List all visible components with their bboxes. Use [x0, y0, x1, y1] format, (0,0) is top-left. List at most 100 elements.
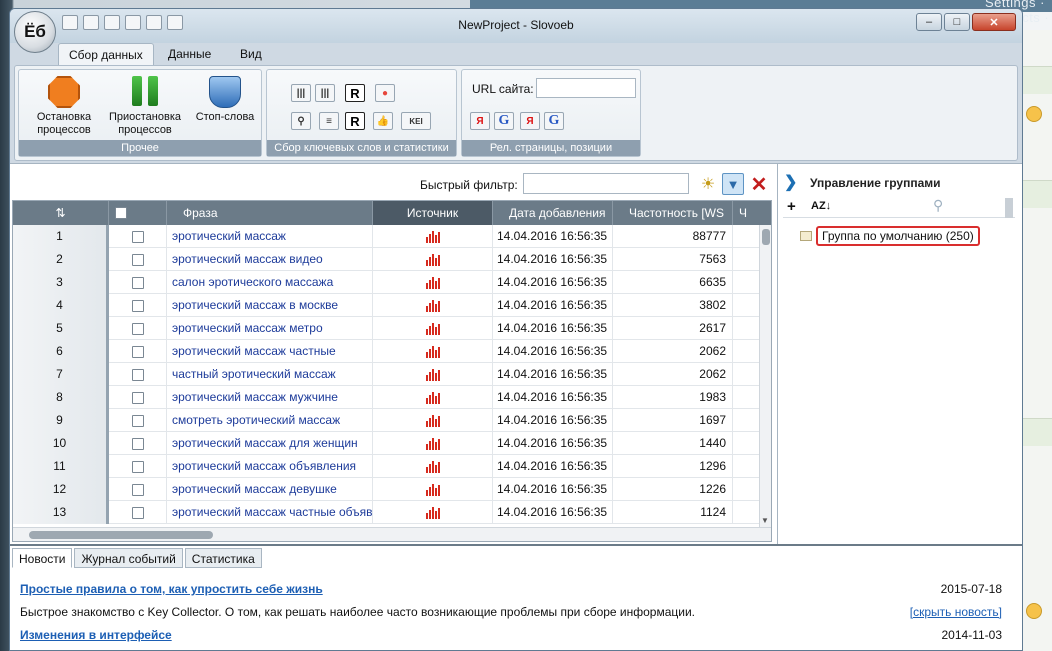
colors-icon[interactable]: ● [375, 84, 395, 102]
column-more[interactable]: Ч [733, 201, 771, 225]
wordstat-dropdown-icon[interactable]: ||| [315, 84, 335, 102]
phrase-cell[interactable]: эротический массаж объявления [167, 455, 373, 478]
google-positions-icon[interactable]: G [544, 112, 564, 130]
row-number: 7 [13, 363, 109, 386]
news-title-link[interactable]: Изменения в интерфейсе [20, 628, 172, 642]
horizontal-scrollbar[interactable] [13, 527, 771, 541]
filter-icon[interactable]: ▼ [722, 173, 744, 195]
tab-data[interactable]: Данные [158, 43, 221, 65]
table-row[interactable]: 4 эротический массаж в москве 14.04.2016 1… [13, 294, 761, 317]
kei-button[interactable]: KEI [401, 112, 431, 130]
table-row[interactable]: 1 эротический массаж 14.04.2016 16:56:35 88… [13, 225, 761, 248]
tab-view[interactable]: Вид [230, 43, 272, 65]
sort-icon[interactable]: ⇅ [13, 201, 109, 225]
tab-event-log[interactable]: Журнал событий [74, 548, 183, 568]
grid-stat-icon[interactable]: ≡ [319, 112, 339, 130]
quick-filter-input[interactable] [523, 173, 689, 194]
table-row[interactable]: 3 салон эротического массажа 14.04.2016 16… [13, 271, 761, 294]
tab-statistics[interactable]: Статистика [184, 548, 262, 568]
panel-scrollbar[interactable] [1005, 198, 1013, 218]
sort-az-icon[interactable]: AZ↓ [811, 200, 831, 212]
table-row[interactable]: 9 смотреть эротический массаж 14.04.2016 1… [13, 409, 761, 432]
table-row[interactable]: 6 эротический массаж частные 14.04.2016 16… [13, 340, 761, 363]
phrase-cell[interactable]: эротический массаж частные [167, 340, 373, 363]
table-row[interactable]: 2 эротический массаж видео 14.04.2016 16:5… [13, 248, 761, 271]
row-checkbox[interactable] [109, 271, 167, 294]
row-checkbox[interactable] [109, 409, 167, 432]
row-checkbox[interactable] [109, 455, 167, 478]
column-frequency[interactable]: Частотность [WS [613, 201, 733, 225]
minimize-button[interactable]: – [916, 13, 942, 31]
stop-words-button[interactable]: Стоп-слова [191, 76, 259, 124]
tab-news[interactable]: Новости [12, 548, 73, 568]
row-checkbox[interactable] [109, 248, 167, 271]
table-row[interactable]: 11 эротический массаж объявления 14.04.201… [13, 455, 761, 478]
row-checkbox[interactable] [109, 294, 167, 317]
pause-processes-button[interactable]: Приостановка процессов [105, 76, 185, 137]
vertical-scrollbar[interactable]: ▼ [759, 225, 771, 527]
news-title-link[interactable]: Простые правила о том, как упростить себ… [20, 582, 323, 596]
row-checkbox[interactable] [109, 340, 167, 363]
bulb-icon[interactable]: ☀ [697, 173, 719, 195]
row-checkbox[interactable] [109, 317, 167, 340]
table-row[interactable]: 12 эротический массаж девушке 14.04.2016 1… [13, 478, 761, 501]
app-menu-logo[interactable]: Ёб [14, 11, 56, 53]
wordstat-icon[interactable]: ||| [291, 84, 311, 102]
hide-news-link[interactable]: [скрыть новость] [910, 605, 1002, 619]
row-checkbox[interactable] [109, 363, 167, 386]
column-phrase[interactable]: Фраза [167, 201, 373, 225]
table-row[interactable]: 7 частный эротический массаж 14.04.2016 16… [13, 363, 761, 386]
column-source[interactable]: Источник [373, 201, 493, 225]
scroll-thumb[interactable] [29, 531, 213, 539]
yandex-positions-icon[interactable]: Я [520, 112, 540, 130]
default-group-label[interactable]: Группа по умолчанию (250) [816, 226, 980, 246]
url-input[interactable] [536, 78, 636, 98]
search-stat-icon[interactable]: ⚲ [291, 112, 311, 130]
like-icon[interactable]: 👍 [373, 112, 393, 130]
stop-processes-button[interactable]: Остановка процессов [25, 76, 103, 137]
phrase-cell[interactable]: эротический массаж мужчине [167, 386, 373, 409]
phrase-cell[interactable]: эротический массаж частные объяв [167, 501, 373, 524]
rambler-stat-icon[interactable]: R [345, 112, 365, 130]
rambler-icon[interactable]: R [345, 84, 365, 102]
phrase-cell[interactable]: эротический массаж девушке [167, 478, 373, 501]
phrase-cell[interactable]: эротический массаж метро [167, 317, 373, 340]
date-cell: 14.04.2016 16:56:35 [493, 432, 613, 455]
add-group-icon[interactable]: + [787, 198, 796, 215]
ribbon-group-keywords: ||| ||| R ● ⚲ ≡ R 👍 KEI Сбор ключевых сл… [266, 69, 457, 157]
table-row[interactable]: 13 эротический массаж частные объяв 14.04.… [13, 501, 761, 524]
clear-filter-icon[interactable]: ✕ [748, 173, 770, 196]
select-all-checkbox[interactable] [109, 201, 167, 225]
phrase-cell[interactable]: смотреть эротический массаж [167, 409, 373, 432]
scroll-down-icon[interactable]: ▼ [761, 516, 769, 525]
google-icon[interactable]: G [494, 112, 514, 130]
phrase-cell[interactable]: эротический массаж видео [167, 248, 373, 271]
maximize-button[interactable]: □ [944, 13, 970, 31]
table-row[interactable]: 10 эротический массаж для женщин 14.04.201… [13, 432, 761, 455]
phrase-cell[interactable]: эротический массаж для женщин [167, 432, 373, 455]
phrase-cell[interactable]: салон эротического массажа [167, 271, 373, 294]
row-checkbox[interactable] [109, 501, 167, 524]
row-checkbox[interactable] [109, 478, 167, 501]
close-button[interactable]: ✕ [972, 13, 1016, 31]
table-row[interactable]: 5 эротический массаж метро 14.04.2016 16:5… [13, 317, 761, 340]
extra-cell [733, 478, 761, 501]
search-icon[interactable]: ⚲ [933, 197, 943, 214]
group-tree-item[interactable]: Группа по умолчанию (250) [800, 226, 980, 246]
date-cell: 14.04.2016 16:56:35 [493, 363, 613, 386]
column-date[interactable]: Дата добавления [493, 201, 613, 225]
phrase-cell[interactable]: эротический массаж [167, 225, 373, 248]
collapse-panel-icon[interactable]: ❯ [784, 172, 797, 192]
title-bar[interactable]: NewProject - Slovoeb – □ ✕ [10, 9, 1022, 43]
table-row[interactable]: 8 эротический массаж мужчине 14.04.2016 16… [13, 386, 761, 409]
phrase-cell[interactable]: эротический массаж в москве [167, 294, 373, 317]
row-checkbox[interactable] [109, 432, 167, 455]
tab-data-collection[interactable]: Сбор данных [58, 43, 154, 65]
phrase-cell[interactable]: частный эротический массаж [167, 363, 373, 386]
scroll-thumb[interactable] [762, 229, 770, 245]
frequency-cell: 6635 [613, 271, 733, 294]
row-checkbox[interactable] [109, 386, 167, 409]
groups-toolbar: + AZ↓ ⚲ [783, 196, 1015, 218]
row-checkbox[interactable] [109, 225, 167, 248]
yandex-icon[interactable]: Я [470, 112, 490, 130]
